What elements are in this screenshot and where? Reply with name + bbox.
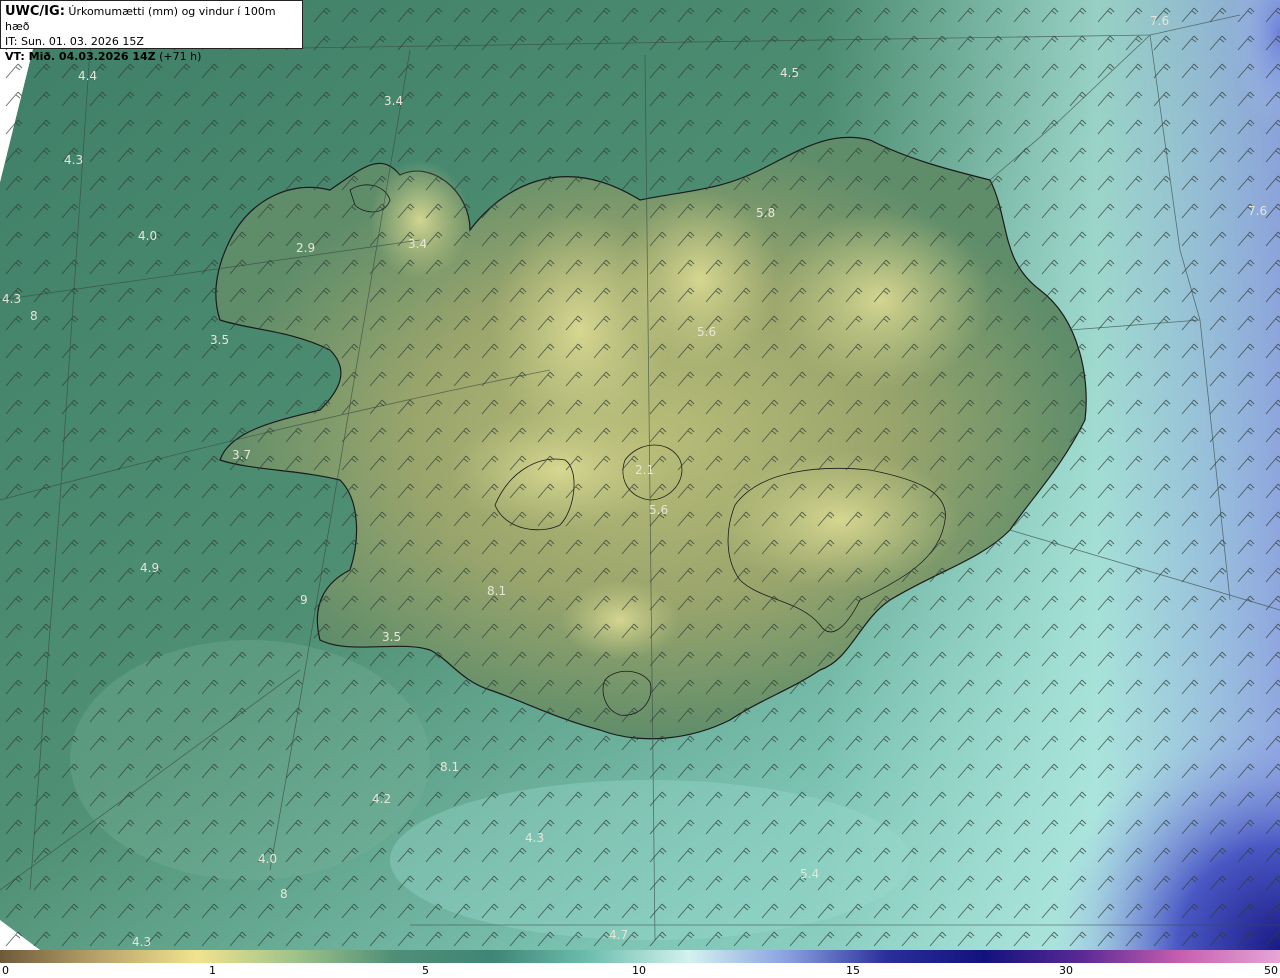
- map-value-label: 5.6: [697, 325, 716, 339]
- map-value-label: 4.0: [258, 852, 277, 866]
- source-label: UWC/IG:: [5, 4, 65, 19]
- map-value-label: 4.4: [78, 69, 97, 83]
- map-value-label: 9: [300, 593, 308, 607]
- map-value-label: 7.6: [1248, 204, 1267, 218]
- map-value-label: 3.4: [408, 237, 427, 251]
- map-value-label: 4.3: [2, 292, 21, 306]
- forecast-offset: (+71 h): [159, 50, 202, 63]
- map-value-label: 8.1: [440, 760, 459, 774]
- map-value-label: 4.9: [140, 561, 159, 575]
- precipitation-map: 4.4 3.4 4.5 7.6 4.3 4.0 2.9 3.4 5.8 7.6 4.3 8 5.6 3.5…: [0, 0, 1280, 950]
- precipitation-colorbar: [0, 950, 1280, 963]
- map-value-label: 4.0: [138, 229, 157, 243]
- valid-time: VT: Mið. 04.03.2026 14Z: [5, 50, 156, 63]
- map-value-label: 4.7: [609, 928, 628, 942]
- map-header: UWC/IG: Úrkomumætti (mm) og vindur í 100…: [0, 0, 303, 63]
- colorbar-tick: 30: [1059, 964, 1073, 977]
- map-value-label: 4.2: [372, 792, 391, 806]
- map-value-label: 8: [280, 887, 288, 901]
- map-value-label: 4.3: [132, 935, 151, 949]
- colorbar-tick: 50: [1264, 964, 1278, 977]
- colorbar-tick: 1: [209, 964, 216, 977]
- map-value-label: 2.9: [296, 241, 315, 255]
- colorbar-tick: 0: [2, 964, 9, 977]
- issue-time: IT: Sun. 01. 03. 2026 15Z: [5, 35, 144, 48]
- map-value-label: 2.1: [635, 463, 654, 477]
- map-value-label: 3.5: [382, 630, 401, 644]
- map-value-label: 5.8: [756, 206, 775, 220]
- colorbar-tick: 15: [846, 964, 860, 977]
- map-value-label: 5.6: [649, 503, 668, 517]
- map-value-label: 7.6: [1150, 14, 1169, 28]
- map-value-label: 4.3: [64, 153, 83, 167]
- map-value-label: 3.4: [384, 94, 403, 108]
- colorbar-tick: 5: [422, 964, 429, 977]
- map-value-label: 8.1: [487, 584, 506, 598]
- map-value-label: 5.4: [800, 867, 819, 881]
- map-value-label: 3.5: [210, 333, 229, 347]
- map-value-label: 4.5: [780, 66, 799, 80]
- map-value-label: 8: [30, 309, 38, 323]
- map-value-label: 4.3: [525, 831, 544, 845]
- colorbar-tick: 10: [632, 964, 646, 977]
- map-value-label: 3.7: [232, 448, 251, 462]
- colorbar-ticks: 0 1 5 10 15 30 50: [0, 963, 1280, 978]
